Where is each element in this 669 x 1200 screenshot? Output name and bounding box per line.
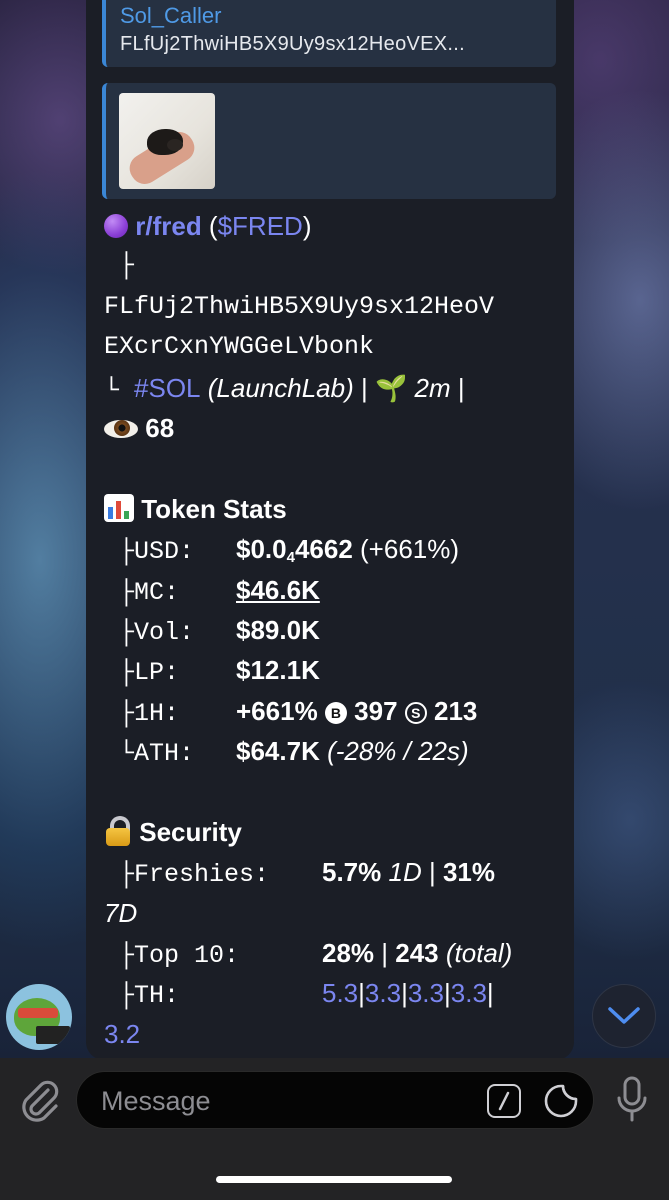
stat-value: $89.0K (236, 614, 320, 645)
bar-chart-icon (104, 493, 134, 522)
separator: | (421, 857, 443, 888)
sticker-icon[interactable] (543, 1083, 579, 1119)
freshies-7d: 31% (442, 857, 495, 888)
chain-line: └ #SOL (LaunchLab) | 🌱 2m | (104, 368, 564, 408)
security-row-th: ├TH: 5.3|3.3|3.3|3.3| (104, 973, 564, 1013)
period-label: 1D (381, 857, 422, 888)
stat-value: $64.7K (236, 736, 320, 767)
freshies-period-wrap: 7D (104, 897, 138, 928)
microphone-icon[interactable] (614, 1076, 650, 1124)
reply-text: FLfUj2ThwiHB5X9Uy9sx12HeoVEX... (120, 33, 465, 55)
stat-key: ├1H: (104, 698, 180, 728)
reply-quote[interactable]: Sol_Caller FLfUj2ThwiHB5X9Uy9sx12HeoVEX.… (102, 0, 556, 67)
message-text: r/fred ($FRED) ├ FLfUj2ThwiHB5X9Uy9sx12H… (104, 206, 564, 1054)
contract-address-line-1[interactable]: FLfUj2ThwiHB5X9Uy9sx12HeoV (104, 287, 564, 327)
separator: | (450, 372, 465, 403)
stat-key: └ATH: (104, 739, 195, 769)
total-note: (total) (438, 938, 513, 969)
message-input[interactable] (99, 1072, 483, 1130)
freshies-1d: 5.7% (322, 857, 382, 888)
holders-total: 243 (395, 938, 439, 969)
security-key: ├TH: (104, 981, 180, 1011)
token-age: 2m (407, 372, 451, 403)
media-preview-quote[interactable] (102, 83, 556, 199)
ticker-close: ) (302, 211, 312, 241)
stat-row-vol: ├Vol: $89.0K (104, 610, 564, 650)
separator: | (353, 372, 375, 403)
paperclip-icon[interactable] (18, 1078, 60, 1122)
chevron-down-icon (608, 1007, 640, 1024)
chain-prefix: └ (104, 375, 135, 405)
seedling-icon: 🌱 (374, 372, 408, 403)
security-key: ├Freshies: (104, 860, 270, 890)
stat-key: ├USD: (104, 537, 195, 567)
token-title-line: r/fred ($FRED) (104, 206, 564, 246)
ticker-open: ( (201, 211, 218, 241)
stat-key: ├LP: (104, 658, 180, 688)
token-stats-heading: Token Stats (104, 489, 564, 529)
branch-glyph: ├ (119, 251, 135, 281)
purple-circle-icon (104, 214, 128, 238)
message-input-box[interactable] (76, 1071, 594, 1130)
ticker-link[interactable]: $FRED (218, 211, 303, 241)
stat-row-usd: ├USD: $0.044662 (+661%) (104, 529, 564, 569)
stat-row-lp: ├LP: $12.1K (104, 650, 564, 690)
chain-hashtag[interactable]: #SOL (134, 373, 201, 403)
reply-sender-name: Sol_Caller (120, 3, 222, 28)
section-title: Token Stats (141, 493, 287, 524)
slash-command-icon[interactable] (487, 1084, 521, 1118)
home-indicator[interactable] (216, 1176, 452, 1183)
ath-note: (-28% / 22s) (319, 736, 469, 767)
market-cap-link[interactable]: $46.6K (236, 575, 320, 605)
th-link[interactable]: 5.3 (322, 978, 358, 1008)
th-wrap-line: 3.2 (104, 1014, 564, 1054)
stat-row-ath: └ATH: $64.7K (-28% / 22s) (104, 731, 564, 771)
security-key: ├Top 10: (104, 941, 240, 971)
th-link[interactable]: 3.3 (365, 978, 401, 1008)
token-name-link[interactable]: r/fred (135, 211, 201, 241)
stat-key: ├MC: (104, 577, 180, 607)
eye-icon (104, 418, 138, 440)
stat-row-1h: ├1H: +661% B 397 S 213 (104, 691, 564, 731)
top10-percent: 28% (322, 938, 375, 969)
stat-change: (+661%) (352, 534, 460, 565)
stat-key: ├Vol: (104, 617, 195, 647)
th-link[interactable]: 3.2 (104, 1019, 140, 1049)
stat-value: $12.1K (236, 655, 320, 686)
separator: | (374, 938, 396, 969)
stat-value: $0.044662 (236, 534, 353, 567)
views-count: 68 (145, 412, 175, 443)
th-link[interactable]: 3.3 (451, 978, 487, 1008)
security-row-top10: ├Top 10: 28% | 243 (total) (104, 933, 564, 973)
message-bubble: Sol_Caller FLfUj2ThwiHB5X9Uy9sx12HeoVEX.… (86, 0, 574, 1060)
platform: (LaunchLab) (200, 372, 354, 403)
contract-address-line-2[interactable]: EXcrCxnYWGGeLVbonk (104, 327, 564, 367)
media-thumbnail[interactable] (119, 93, 215, 189)
views-line: 68 (104, 408, 564, 448)
th-link[interactable]: 3.3 (408, 978, 444, 1008)
stat-row-mc: ├MC: $46.6K (104, 570, 564, 610)
section-title: Security (139, 816, 242, 847)
sells-icon: S (404, 701, 427, 724)
sender-avatar[interactable] (6, 984, 72, 1050)
buys-icon: B (324, 701, 347, 724)
branch-line: ├ (104, 246, 564, 286)
sells-count: 213 (434, 695, 478, 726)
buys-count: 397 (354, 695, 398, 726)
security-heading: Security (104, 812, 564, 852)
stat-change: +661% (236, 695, 318, 726)
scroll-down-button[interactable] (592, 984, 656, 1048)
security-row-freshies: ├Freshies: 5.7% 1D | 31% (104, 852, 564, 892)
lock-icon (104, 815, 132, 846)
